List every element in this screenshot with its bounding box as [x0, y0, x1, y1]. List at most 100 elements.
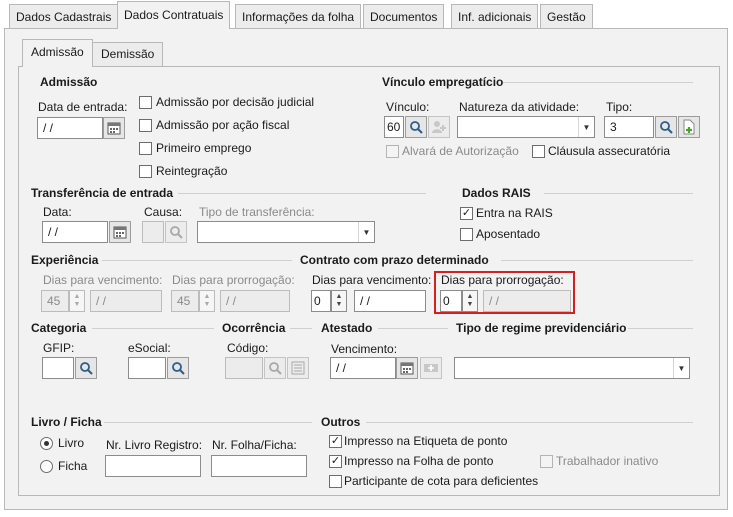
transferencia-title: Transferência de entrada — [31, 186, 174, 200]
search-icon[interactable] — [165, 221, 187, 243]
contrato-venc-date-input[interactable]: / / — [354, 290, 426, 312]
categoria-title: Categoria — [31, 321, 87, 335]
radio-livro[interactable] — [40, 437, 53, 450]
add-record-icon[interactable] — [420, 357, 442, 379]
ficha-label: Ficha — [58, 459, 88, 473]
checkbox-folha-ponto[interactable]: ✓ — [329, 455, 342, 468]
checkbox-reintegracao[interactable] — [139, 165, 152, 178]
regime-title: Tipo de regime previdenciário — [456, 321, 627, 335]
causa-input[interactable] — [142, 221, 164, 243]
search-icon[interactable] — [167, 357, 189, 379]
calendar-icon[interactable] — [103, 117, 125, 139]
calendar-icon[interactable] — [396, 357, 418, 379]
gfip-label: GFIP: — [43, 341, 75, 355]
vinculo-label: Vínculo: — [386, 100, 430, 114]
separator — [92, 328, 214, 329]
chevron-down-icon[interactable]: ▼ — [358, 222, 374, 242]
codigo-input[interactable] — [225, 357, 263, 379]
acao-fiscal-label: Admissão por ação fiscal — [156, 118, 290, 132]
exp-venc-spinner[interactable]: ▲ ▼ — [69, 290, 85, 312]
data-entrada-label: Data de entrada: — [38, 100, 128, 114]
exp-prorr-days-input[interactable]: 45 — [171, 290, 199, 312]
add-document-icon[interactable] — [678, 116, 700, 138]
regime-select[interactable]: ▼ — [454, 357, 690, 379]
clausula-label: Cláusula assecuratória — [548, 144, 671, 158]
checkbox-alvara[interactable] — [386, 145, 399, 158]
checkbox-clausula[interactable] — [532, 145, 545, 158]
gfip-input[interactable] — [42, 357, 74, 379]
livro-label: Livro — [58, 436, 85, 450]
checkbox-decisao-judicial[interactable] — [139, 96, 152, 109]
tipo-transferencia-label: Tipo de transferência: — [199, 205, 315, 219]
atestado-venc-input[interactable]: / / — [330, 357, 396, 379]
checkbox-acao-fiscal[interactable] — [139, 119, 152, 132]
transferencia-data-label: Data: — [43, 205, 72, 219]
separator — [290, 328, 312, 329]
highlight-box — [434, 271, 575, 314]
tab-inf-adicionais[interactable]: Inf. adicionais — [451, 4, 539, 28]
exp-prorr-date-input[interactable]: / / — [220, 290, 290, 312]
separator — [102, 260, 292, 261]
alvara-label: Alvará de Autorização — [402, 144, 519, 158]
exp-prorr-spinner[interactable]: ▲ ▼ — [199, 290, 215, 312]
separator — [366, 422, 693, 423]
folha-ponto-label: Impresso na Folha de ponto — [344, 454, 494, 468]
cota-deficientes-label: Participante de cota para deficientes — [344, 474, 539, 488]
separator — [544, 193, 693, 194]
checkbox-aposentado[interactable] — [460, 228, 473, 241]
exp-venc-date-input[interactable]: / / — [90, 290, 162, 312]
list-icon[interactable] — [287, 357, 309, 379]
tab-dados-cadastrais[interactable]: Dados Cadastrais — [9, 4, 119, 28]
checkbox-entra-rais[interactable]: ✓ — [460, 207, 473, 220]
vinculo-title: Vínculo empregatício — [382, 75, 504, 89]
checkbox-etiqueta-ponto[interactable]: ✓ — [329, 435, 342, 448]
separator — [628, 328, 693, 329]
search-icon[interactable] — [655, 116, 677, 138]
exp-venc-days-input[interactable]: 45 — [41, 290, 69, 312]
causa-label: Causa: — [144, 205, 183, 219]
transferencia-data-input[interactable]: / / — [42, 221, 108, 243]
tab-dados-contratuais[interactable]: Dados Contratuais — [117, 1, 231, 29]
radio-ficha[interactable] — [40, 460, 53, 473]
calendar-icon[interactable] — [109, 221, 131, 243]
nr-livro-label: Nr. Livro Registro: — [106, 438, 203, 452]
checkbox-cota-deficientes[interactable] — [329, 475, 342, 488]
natureza-label: Natureza da atividade: — [459, 100, 580, 114]
ocorrencia-title: Ocorrência — [222, 321, 286, 335]
contrato-venc-label: Dias para vencimento: — [312, 273, 432, 287]
search-icon[interactable] — [75, 357, 97, 379]
trabalhador-inativo-label: Trabalhador inativo — [556, 454, 659, 468]
nr-livro-input[interactable] — [105, 455, 201, 477]
checkbox-primeiro-emprego[interactable] — [139, 142, 152, 155]
tipo-input[interactable]: 3 — [604, 116, 654, 138]
search-icon[interactable] — [405, 116, 427, 138]
tab-documentos[interactable]: Documentos — [363, 4, 445, 28]
tipo-label: Tipo: — [606, 100, 633, 114]
reintegracao-label: Reintegração — [156, 164, 228, 178]
aposentado-label: Aposentado — [476, 227, 541, 241]
tab-admissao[interactable]: Admissão — [22, 39, 93, 67]
add-user-icon[interactable] — [428, 116, 450, 138]
codigo-label: Código: — [227, 341, 269, 355]
checkbox-trabalhador-inativo[interactable] — [540, 455, 553, 468]
search-icon[interactable] — [264, 357, 286, 379]
chevron-down-icon[interactable]: ▼ — [673, 358, 689, 378]
admissao-title: Admissão — [40, 75, 98, 89]
tab-informacoes-folha[interactable]: Informações da folha — [235, 4, 362, 28]
esocial-label: eSocial: — [128, 341, 171, 355]
contrato-venc-spinner[interactable]: ▲ ▼ — [331, 290, 347, 312]
chevron-down-icon[interactable]: ▼ — [578, 117, 594, 137]
separator — [378, 328, 448, 329]
separator — [501, 260, 693, 261]
contrato-title: Contrato com prazo determinado — [300, 253, 489, 267]
tab-gestao[interactable]: Gestão — [540, 4, 593, 28]
data-entrada-input[interactable]: / / — [37, 117, 103, 139]
tab-demissao[interactable]: Demissão — [92, 42, 164, 66]
nr-folha-input[interactable] — [211, 455, 307, 477]
natureza-select[interactable]: ▼ — [457, 116, 595, 138]
contrato-venc-days-input[interactable]: 0 — [311, 290, 331, 312]
tipo-transferencia-select[interactable]: ▼ — [197, 221, 375, 243]
atestado-title: Atestado — [321, 321, 373, 335]
esocial-input[interactable] — [128, 357, 166, 379]
vinculo-input[interactable]: 60 — [384, 116, 404, 138]
